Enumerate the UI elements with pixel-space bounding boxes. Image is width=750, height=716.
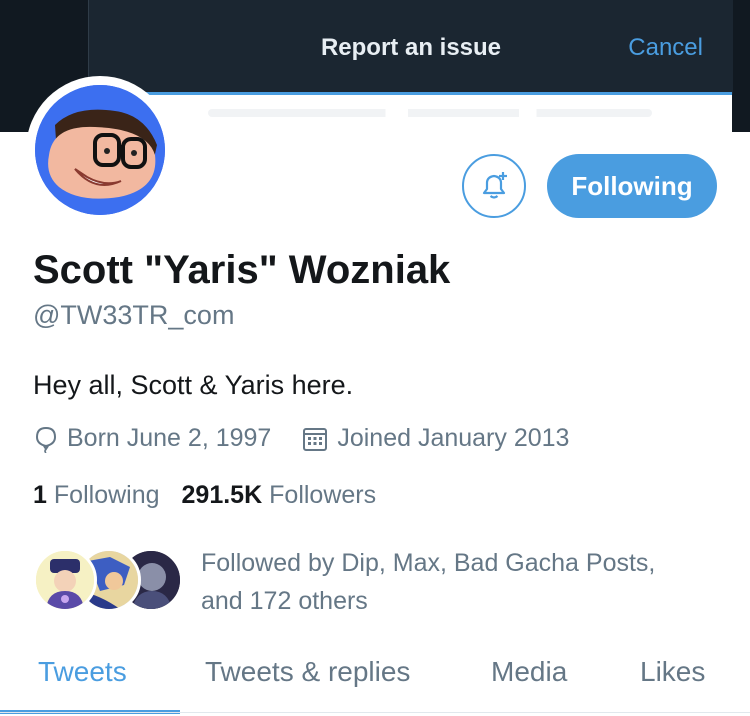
tab-tweets[interactable]: Tweets [38,656,127,688]
followed-by-line1: Followed by Dip, Max, Bad Gacha Posts, [201,549,656,577]
avatar[interactable] [30,80,170,220]
sheet-placeholder [208,109,652,117]
joined-item: Joined January 2013 [301,424,569,453]
tab-likes[interactable]: Likes [640,656,705,688]
birthday-balloon-icon [35,426,57,453]
profile-meta: Born June 2, 1997 Joined January 2013 [33,424,569,453]
followed-by-text: Followed by Dip, Max, Bad Gacha Posts, a… [201,544,701,620]
followers-count: 291.5K [181,481,263,509]
followed-by-row[interactable]: Followed by Dip, Max, Bad Gacha Posts, a… [33,544,723,618]
profile-tabs: Tweets Tweets & replies Media Likes [0,648,750,716]
following-button[interactable]: Following [547,154,717,218]
tab-media[interactable]: Media [491,656,567,688]
followed-by-line2: and 172 others [201,587,368,615]
cancel-button[interactable]: Cancel [628,34,703,62]
followers-label: Followers [269,481,377,509]
following-count-link[interactable]: 1 Following [33,481,160,510]
joined-text: Joined January 2013 [337,424,570,452]
report-modal-sheet [88,92,732,135]
report-modal-header: Report an issue Cancel [88,0,733,94]
avatar-image [35,85,165,215]
following-label: Following [53,481,160,509]
profile-bio: Hey all, Scott & Yaris here. [33,370,354,400]
tabs-divider [0,712,750,713]
profile-handle: @TW33TR_com [33,300,235,330]
bell-plus-icon [482,172,507,199]
followers-count-link[interactable]: 291.5K Followers [182,481,377,510]
profile-name: Scott "Yaris" Wozniak [33,248,451,292]
birthday-text: Born June 2, 1997 [67,424,272,452]
calendar-icon [303,427,328,451]
notifications-bell-button[interactable] [462,154,526,218]
tab-tweets-replies[interactable]: Tweets & replies [205,656,410,688]
birthday-item: Born June 2, 1997 [33,424,271,453]
following-count: 1 [33,481,47,509]
follow-counts: 1 Following 291.5K Followers [33,481,376,510]
follower-avatar [33,548,97,612]
